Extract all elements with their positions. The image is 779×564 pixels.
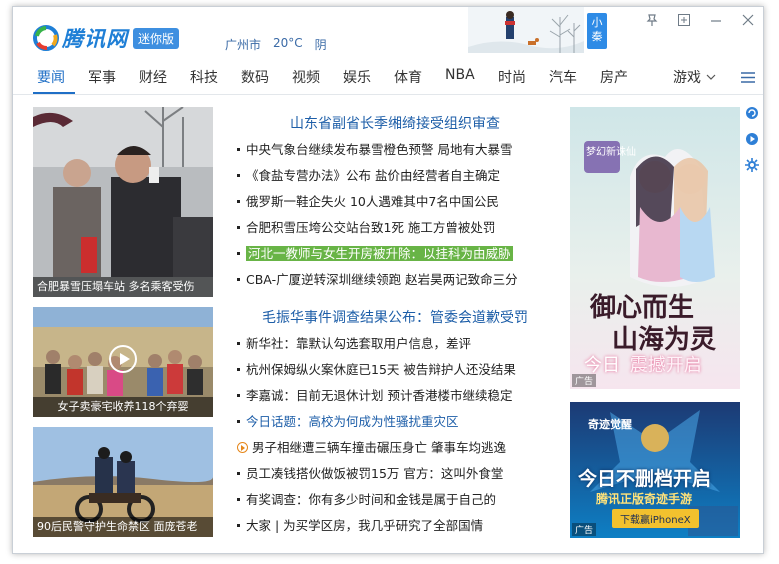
news-item[interactable]: 《食盐专营办法》公布 盐价由经营者自主确定 [235, 163, 553, 189]
photo-caption: 女子卖豪宅收养118个弃婴 [33, 397, 213, 417]
winter-scene-banner [468, 7, 584, 53]
news-item-video[interactable]: 男子相继遭三辆车撞击碾压身亡 肇事车均逃逸 [235, 435, 553, 461]
news-item[interactable]: 俄罗斯一鞋企失火 10人遇难其中7名中国公民 [235, 189, 553, 215]
ad-game-logo: 梦幻新诛仙 [586, 147, 636, 158]
weather-condition: 阴 [314, 38, 327, 52]
ad-label: 广告 [572, 374, 597, 387]
title-bar: 腾讯网 迷你版 广州市 20°C 阴 小秦 [13, 7, 763, 59]
news-list-1: 中央气象台继续发布暴雪橙色预警 局地有大暴雪 《食盐专营办法》公布 盐价由经营者… [235, 137, 553, 293]
news-title: CBA-广厦逆转深圳继续领跑 赵岩昊两记致命三分 [246, 272, 518, 287]
snow-scene-photo [33, 107, 213, 297]
photo-snow-bus-station[interactable]: 合肥暴雪压塌车站 多名乘客受伤 [33, 107, 213, 297]
nav-more-dropdown[interactable]: 游戏 [673, 67, 717, 87]
ad-launch-text: 今日 震撼开启 [584, 351, 702, 377]
mini-news-window: 腾讯网 迷你版 广州市 20°C 阴 小秦 要闻 军事 财经 科技 数码 视频 … [12, 6, 764, 554]
ad-subline: 腾讯正版奇迹手游 [596, 492, 693, 506]
news-title: 合肥积雪压垮公交站台致1死 施工方曾被处罚 [246, 220, 496, 235]
news-title: 俄罗斯一鞋企失火 10人遇难其中7名中国公民 [246, 194, 499, 209]
news-title: 今日话题：高校为何成为性骚扰重灾区 [246, 414, 459, 429]
photo-orphans-video[interactable]: 女子卖豪宅收养118个弃婴 [33, 307, 213, 417]
lead-headline-1[interactable]: 山东省副省长季缃绮接受组织审查 [235, 113, 555, 133]
photo-caption: 合肥暴雪压塌车站 多名乘客受伤 [33, 277, 213, 297]
weather-city: 广州市 [225, 38, 262, 52]
brand-name: 腾讯网 [62, 27, 128, 51]
nav-tab-military[interactable]: 军事 [88, 67, 116, 87]
video-icon[interactable] [745, 131, 759, 145]
refresh-icon[interactable] [745, 105, 759, 119]
photo-police-motorbike[interactable]: 90后民警守护生命禁区 面庞苍老 [33, 427, 213, 537]
weather-temp: 20°C [273, 36, 303, 50]
lead-headline-2[interactable]: 毛振华事件调查结果公布：管委会道歉受罚 [235, 307, 555, 327]
news-list-2: 新华社：靠默认勾选套取用户信息，差评 杭州保姆纵火案休庭已15天 被告辩护人还没… [235, 331, 553, 539]
news-title: 新华社：靠默认勾选套取用户信息，差评 [246, 336, 472, 351]
news-item[interactable]: 员工凑钱搭伙做饭被罚15万 官方：这叫外食堂 [235, 461, 553, 487]
nav-tab-video[interactable]: 视频 [292, 67, 320, 87]
nav-more-label: 游戏 [673, 70, 701, 86]
weather-widget[interactable]: 广州市 20°C 阴 [225, 36, 327, 53]
window-controls [645, 13, 755, 31]
nav-tab-fashion[interactable]: 时尚 [498, 67, 526, 87]
pin-icon[interactable] [645, 13, 659, 31]
minimize-icon[interactable] [709, 13, 723, 31]
category-nav: 要闻 军事 财经 科技 数码 视频 娱乐 体育 NBA 时尚 汽车 房产 游戏 [13, 59, 763, 95]
news-title: 李嘉诚：目前无退休计划 预计香港楼市继续稳定 [246, 388, 513, 403]
nav-tab-yaowen[interactable]: 要闻 [37, 67, 65, 87]
tencent-logo[interactable]: 腾讯网 迷你版 [33, 23, 180, 53]
nav-tab-tech[interactable]: 科技 [190, 67, 218, 87]
news-item[interactable]: CBA-广厦逆转深圳继续领跑 赵岩昊两记致命三分 [235, 267, 553, 293]
ad-download-button[interactable]: 下载赢iPhoneX [612, 509, 699, 528]
news-item-highlighted[interactable]: 河北一教师与女生开房被升除：以挂科为由威胁 [235, 241, 553, 267]
photo-caption: 90后民警守护生命禁区 面庞苍老 [33, 517, 213, 537]
ad-headline: 今日不删档开启 [578, 468, 712, 490]
news-item-topic[interactable]: 今日话题：高校为何成为性骚扰重灾区 [235, 409, 553, 435]
snow-scene-illustration [468, 7, 584, 53]
news-item[interactable]: 杭州保姆纵火案休庭已15天 被告辩护人还没结果 [235, 357, 553, 383]
news-title: 杭州保姆纵火案休庭已15天 被告辩护人还没结果 [246, 362, 516, 377]
nav-tab-entertainment[interactable]: 娱乐 [343, 67, 371, 87]
news-title: 有奖调查：你有多少时间和金钱是属于自己的 [246, 492, 497, 507]
news-title: 男子相继遭三辆车撞击碾压身亡 肇事车均逃逸 [252, 440, 506, 455]
menu-icon[interactable] [741, 72, 755, 83]
ad-game-logo: 奇迹觉醒 [588, 418, 632, 431]
nav-tab-realestate[interactable]: 房产 [600, 67, 628, 87]
play-icon[interactable] [109, 345, 137, 373]
video-play-icon [237, 442, 248, 453]
chevron-down-icon [707, 74, 716, 80]
news-item[interactable]: 有奖调查：你有多少时间和金钱是属于自己的 [235, 487, 553, 513]
news-item[interactable]: 中央气象台继续发布暴雪橙色预警 局地有大暴雪 [235, 137, 553, 163]
news-title: 河北一教师与女生开房被升除：以挂科为由威胁 [246, 246, 513, 261]
nav-tab-digital[interactable]: 数码 [241, 67, 269, 87]
add-window-icon[interactable] [677, 13, 691, 31]
settings-icon[interactable] [745, 157, 759, 172]
news-title: 员工凑钱搭伙做饭被罚15万 官方：这叫外食堂 [246, 466, 504, 481]
ad-label: 广告 [572, 523, 597, 536]
ad-banner-game-1[interactable]: 梦幻新诛仙 御心而生 山海为灵 今日 震撼开启 广告 [570, 107, 740, 389]
tencent-logo-icon [33, 25, 59, 51]
news-item[interactable]: 李嘉诚：目前无退休计划 预计香港楼市继续稳定 [235, 383, 553, 409]
news-title: 《食盐专营办法》公布 盐价由经营者自主确定 [246, 168, 500, 183]
mini-version-badge: 迷你版 [133, 27, 180, 49]
nav-tab-nba[interactable]: NBA [445, 67, 475, 83]
nav-tab-sports[interactable]: 体育 [394, 67, 422, 87]
nav-tab-auto[interactable]: 汽车 [549, 67, 577, 87]
ad-banner-game-2[interactable]: 奇迹觉醒 今日不删档开启 腾讯正版奇迹手游 下载赢iPhoneX 广告 [570, 402, 740, 538]
ad-launch-rest: 震撼开启 [629, 355, 702, 376]
news-item[interactable]: 合肥积雪压垮公交站台致1死 施工方曾被处罚 [235, 215, 553, 241]
side-tool-icons [745, 105, 759, 183]
news-item[interactable]: 大家 | 为买学区房，我几乎研究了全部国情 [235, 513, 553, 539]
ad-launch-today: 今日 [584, 355, 620, 376]
news-title: 中央气象台继续发布暴雪橙色预警 局地有大暴雪 [246, 142, 513, 157]
news-item[interactable]: 新华社：靠默认勾选套取用户信息，差评 [235, 331, 553, 357]
nav-tab-finance[interactable]: 财经 [139, 67, 167, 87]
side-tab[interactable]: 小秦 [587, 13, 607, 49]
close-icon[interactable] [741, 13, 755, 31]
active-tab-indicator [33, 92, 75, 94]
news-title: 大家 | 为买学区房，我几乎研究了全部国情 [246, 518, 484, 533]
